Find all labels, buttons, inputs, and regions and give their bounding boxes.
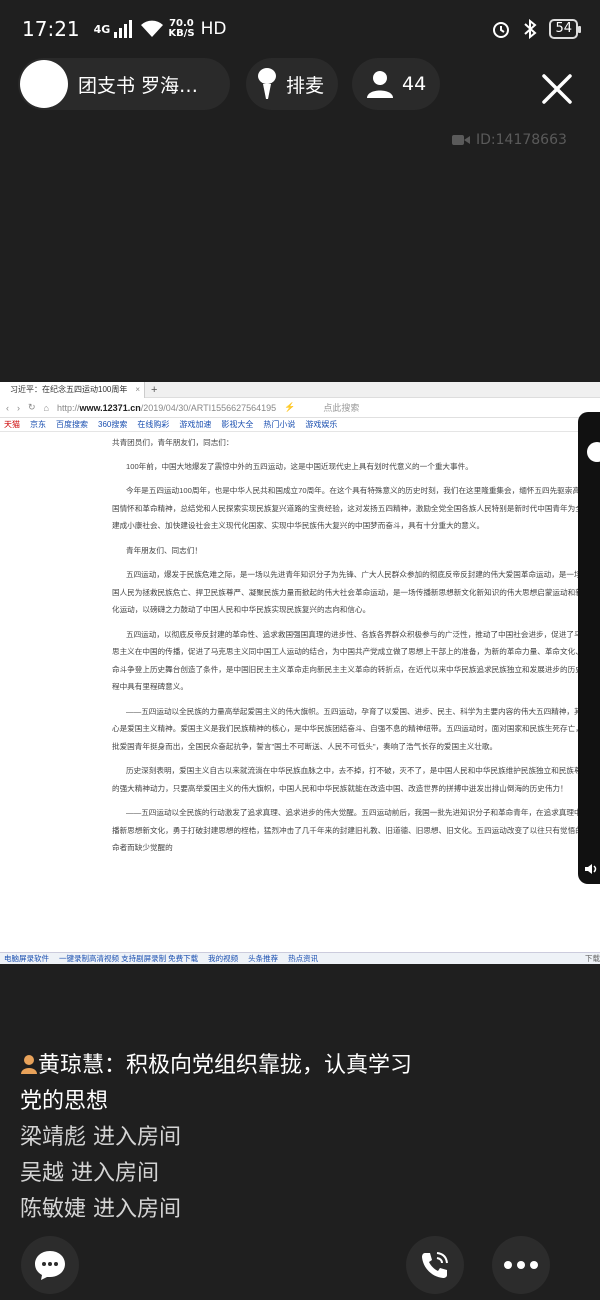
- network-type: 4G: [93, 22, 111, 36]
- bluetooth-icon: [524, 19, 537, 39]
- alarm-icon: [493, 22, 510, 38]
- room-id-text: ID:14178663: [476, 132, 567, 148]
- user-icon: [367, 71, 393, 98]
- article-content: 共青团员们，青年朋友们，同志们： 100年前，中国大地爆发了震惊中外的五四运动，…: [0, 432, 596, 857]
- new-tab-icon[interactable]: +: [145, 384, 157, 396]
- browser-tab-title: 习近平：在纪念五四运动100周年: [10, 385, 128, 394]
- more-dots-icon: [504, 1261, 538, 1269]
- article-paragraph: ——五四运动以全民族的力量高举起爱国主义的伟大旗帜。五四运动，孕育了以爱国、进步…: [112, 706, 591, 751]
- shared-screen: 习近平：在纪念五四运动100周年 × + ‹ › ↻ ⌂ http://www.…: [0, 382, 600, 964]
- hd-indicator: HD: [200, 19, 227, 39]
- bookmark-item[interactable]: 天猫: [4, 419, 20, 430]
- browser-search[interactable]: 点此搜索: [323, 401, 359, 414]
- network-speed: 70.0 KB/S: [168, 19, 194, 39]
- battery-indicator: 54: [549, 19, 581, 39]
- reload-icon[interactable]: ↻: [28, 402, 36, 413]
- join-notice: 梁靖彪 进入房间: [20, 1120, 420, 1156]
- bookmark-item[interactable]: 京东: [30, 419, 46, 430]
- chat-message: 黄琼慧：积极向党组织靠拢，认真学习党的思想: [20, 1048, 420, 1120]
- article-paragraph: 青年朋友们、同志们！: [126, 545, 202, 555]
- statusbar-item[interactable]: 我的视频: [208, 953, 238, 964]
- bookmark-item[interactable]: 在线购彩: [137, 419, 169, 430]
- wifi-icon: [141, 20, 164, 37]
- chat-user: 黄琼慧: [38, 1053, 105, 1078]
- mic-queue-label: 排麦: [286, 74, 325, 97]
- phone-icon: [422, 1252, 448, 1278]
- chat-bubble-icon: [35, 1251, 65, 1280]
- bookmark-item[interactable]: 热门小说: [263, 419, 295, 430]
- call-button[interactable]: [406, 1236, 464, 1294]
- forward-icon[interactable]: ›: [17, 403, 20, 413]
- mic-queue-button[interactable]: 排麦: [246, 58, 338, 110]
- statusbar-item[interactable]: 头条推荐: [248, 953, 278, 964]
- bookmarks-bar: 天猫 京东 百度搜索 360搜索 在线购彩 游戏加速 影视大全 热门小说 游戏娱…: [0, 418, 600, 432]
- statusbar-item[interactable]: 一键录制高清视频 支持剧屏录制 免费下载: [59, 953, 198, 964]
- join-notice: 陈敏婕 进入房间: [20, 1192, 420, 1228]
- statusbar-item[interactable]: 热点资讯: [288, 953, 318, 964]
- online-count: 44: [402, 73, 427, 95]
- host-avatar[interactable]: [20, 60, 68, 108]
- article-paragraph: 历史深刻表明，爱国主义自古以来就流淌在中华民族血脉之中，去不掉，打不破，灭不了，…: [112, 766, 590, 793]
- status-time: 17:21: [22, 17, 80, 41]
- room-id: ID:14178663: [452, 132, 567, 148]
- home-icon[interactable]: ⌂: [44, 403, 49, 413]
- article-paragraph: 五四运动，爆发于民族危难之际，是一场以先进青年知识分子为先锋、广大人民群众参加的…: [112, 570, 591, 614]
- bookmark-item[interactable]: 影视大全: [221, 419, 253, 430]
- video-camera-icon: [452, 135, 470, 145]
- more-button[interactable]: [492, 1236, 550, 1294]
- bookmark-item[interactable]: 360搜索: [98, 419, 127, 430]
- join-user: 陈敏婕: [20, 1197, 87, 1222]
- browser-tab[interactable]: 习近平：在纪念五四运动100周年 ×: [0, 382, 145, 398]
- bookmark-item[interactable]: 游戏加速: [179, 419, 211, 430]
- host-pill[interactable]: 团支书 罗海…: [18, 58, 230, 110]
- tab-close-icon[interactable]: ×: [135, 385, 140, 394]
- microphone-icon: [258, 68, 276, 99]
- download-label[interactable]: 下载: [585, 953, 600, 964]
- volume-icon[interactable]: [584, 862, 598, 876]
- article-paragraph: 100年前，中国大地爆发了震惊中外的五四运动，这是中国近现代史上具有划时代意义的…: [126, 461, 473, 471]
- signal-icon: [114, 20, 133, 38]
- sidebar-dot[interactable]: [587, 442, 600, 462]
- join-action: 进入房间: [64, 1161, 160, 1186]
- join-notice: 吴越 进入房间: [20, 1156, 420, 1192]
- floating-sidebar[interactable]: [578, 412, 600, 884]
- join-action: 进入房间: [86, 1125, 182, 1150]
- url-prefix: http://: [56, 402, 80, 413]
- article-paragraph: 共青团员们，青年朋友们，同志们：: [112, 438, 234, 447]
- host-name: 团支书 罗海…: [78, 74, 199, 97]
- browser-tabbar: 习近平：在纪念五四运动100周年 × +: [0, 382, 600, 398]
- speed-unit: KB/S: [168, 28, 195, 39]
- article-paragraph: ——五四运动以全民族的行动激发了追求真理、追求进步的伟大觉醒。五四运动前后，我国…: [112, 808, 591, 852]
- browser-navbar: ‹ › ↻ ⌂ http://www.12371.cn/2019/04/30/A…: [0, 398, 600, 418]
- url-path: /2019/04/30/ARTI1556627564195: [140, 402, 277, 413]
- browser-statusbar: 电脑屏录软件 一键录制高清视频 支持剧屏录制 免费下载 我的视频 头条推荐 热点…: [0, 952, 600, 964]
- chat-button[interactable]: [21, 1236, 79, 1294]
- lightning-icon[interactable]: ⚡: [284, 402, 295, 413]
- chat-feed: 黄琼慧：积极向党组织靠拢，认真学习党的思想 梁靖彪 进入房间 吴越 进入房间 陈…: [20, 1048, 420, 1228]
- url-domain: www.12371.cn: [79, 402, 141, 413]
- join-action: 进入房间: [86, 1197, 182, 1222]
- join-user: 吴越: [20, 1161, 65, 1186]
- bookmark-item[interactable]: 游戏娱乐: [305, 419, 337, 430]
- address-bar[interactable]: http://www.12371.cn/2019/04/30/ARTI15566…: [57, 403, 276, 413]
- bookmark-item[interactable]: 百度搜索: [56, 419, 88, 430]
- close-icon[interactable]: [540, 72, 574, 106]
- join-user: 梁靖彪: [20, 1125, 87, 1150]
- article-paragraph: 五四运动，以彻底反帝反封建的革命性、追求救国强国真理的进步性、各族各界群众积极参…: [112, 629, 591, 692]
- status-bar: 17:21 4G 70.0 KB/S HD 54: [0, 0, 600, 58]
- user-badge-icon: [21, 1055, 37, 1074]
- back-icon[interactable]: ‹: [6, 403, 9, 413]
- article-paragraph: 今年是五四运动100周年，也是中华人民共和国成立70周年。在这个具有特殊意义的历…: [112, 486, 596, 530]
- online-users-button[interactable]: 44: [352, 58, 440, 110]
- statusbar-item[interactable]: 电脑屏录软件: [4, 953, 49, 964]
